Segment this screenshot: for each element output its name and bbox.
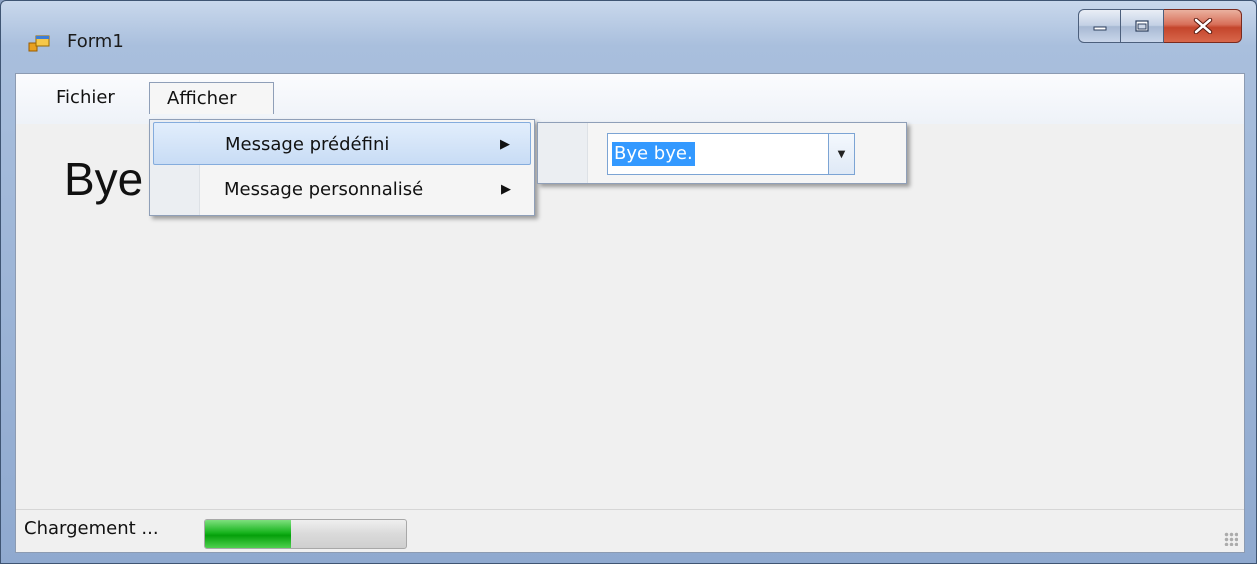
- message-combobox[interactable]: Bye bye. ▼: [607, 133, 855, 175]
- menu-item-label: Message prédéfini: [225, 134, 390, 155]
- afficher-dropdown-menu: Message prédéfini ▶ Message personnalisé…: [149, 119, 535, 216]
- predefined-message-submenu: Bye bye. ▼: [537, 122, 907, 184]
- menu-bar: Fichier Afficher: [16, 74, 1244, 124]
- menu-item-label: Message personnalisé: [224, 179, 424, 200]
- app-window: Form1 Fichier Afficher Bye Chargement ..…: [0, 0, 1257, 564]
- minimize-icon: [1093, 26, 1106, 31]
- resize-grip[interactable]: [1224, 532, 1238, 546]
- maximize-icon: [1135, 20, 1149, 32]
- progress-bar: [204, 519, 407, 549]
- menu-item-message-personnalise[interactable]: Message personnalisé ▶: [153, 168, 531, 211]
- submenu-arrow-icon: ▶: [500, 137, 510, 152]
- menu-gutter: [538, 123, 588, 183]
- progress-fill: [205, 520, 292, 548]
- chevron-down-icon: ▼: [837, 148, 846, 160]
- app-icon: [28, 35, 50, 52]
- close-button[interactable]: [1164, 9, 1242, 43]
- status-label: Chargement ...: [24, 518, 159, 539]
- status-bar: Chargement ...: [16, 509, 1244, 552]
- combobox-selected-text[interactable]: Bye bye.: [612, 142, 695, 166]
- menu-fichier[interactable]: Fichier: [48, 82, 123, 114]
- menu-item-message-predefini[interactable]: Message prédéfini ▶: [153, 122, 531, 165]
- message-label: Bye: [64, 153, 144, 205]
- submenu-arrow-icon: ▶: [501, 182, 511, 197]
- caption-buttons: [1078, 9, 1242, 43]
- close-icon: [1193, 18, 1212, 34]
- menu-afficher[interactable]: Afficher: [149, 82, 274, 114]
- title-bar[interactable]: Form1: [1, 1, 1256, 73]
- minimize-button[interactable]: [1078, 9, 1121, 43]
- combobox-dropdown-button[interactable]: ▼: [828, 134, 854, 174]
- maximize-button[interactable]: [1121, 9, 1164, 43]
- window-title: Form1: [67, 31, 124, 52]
